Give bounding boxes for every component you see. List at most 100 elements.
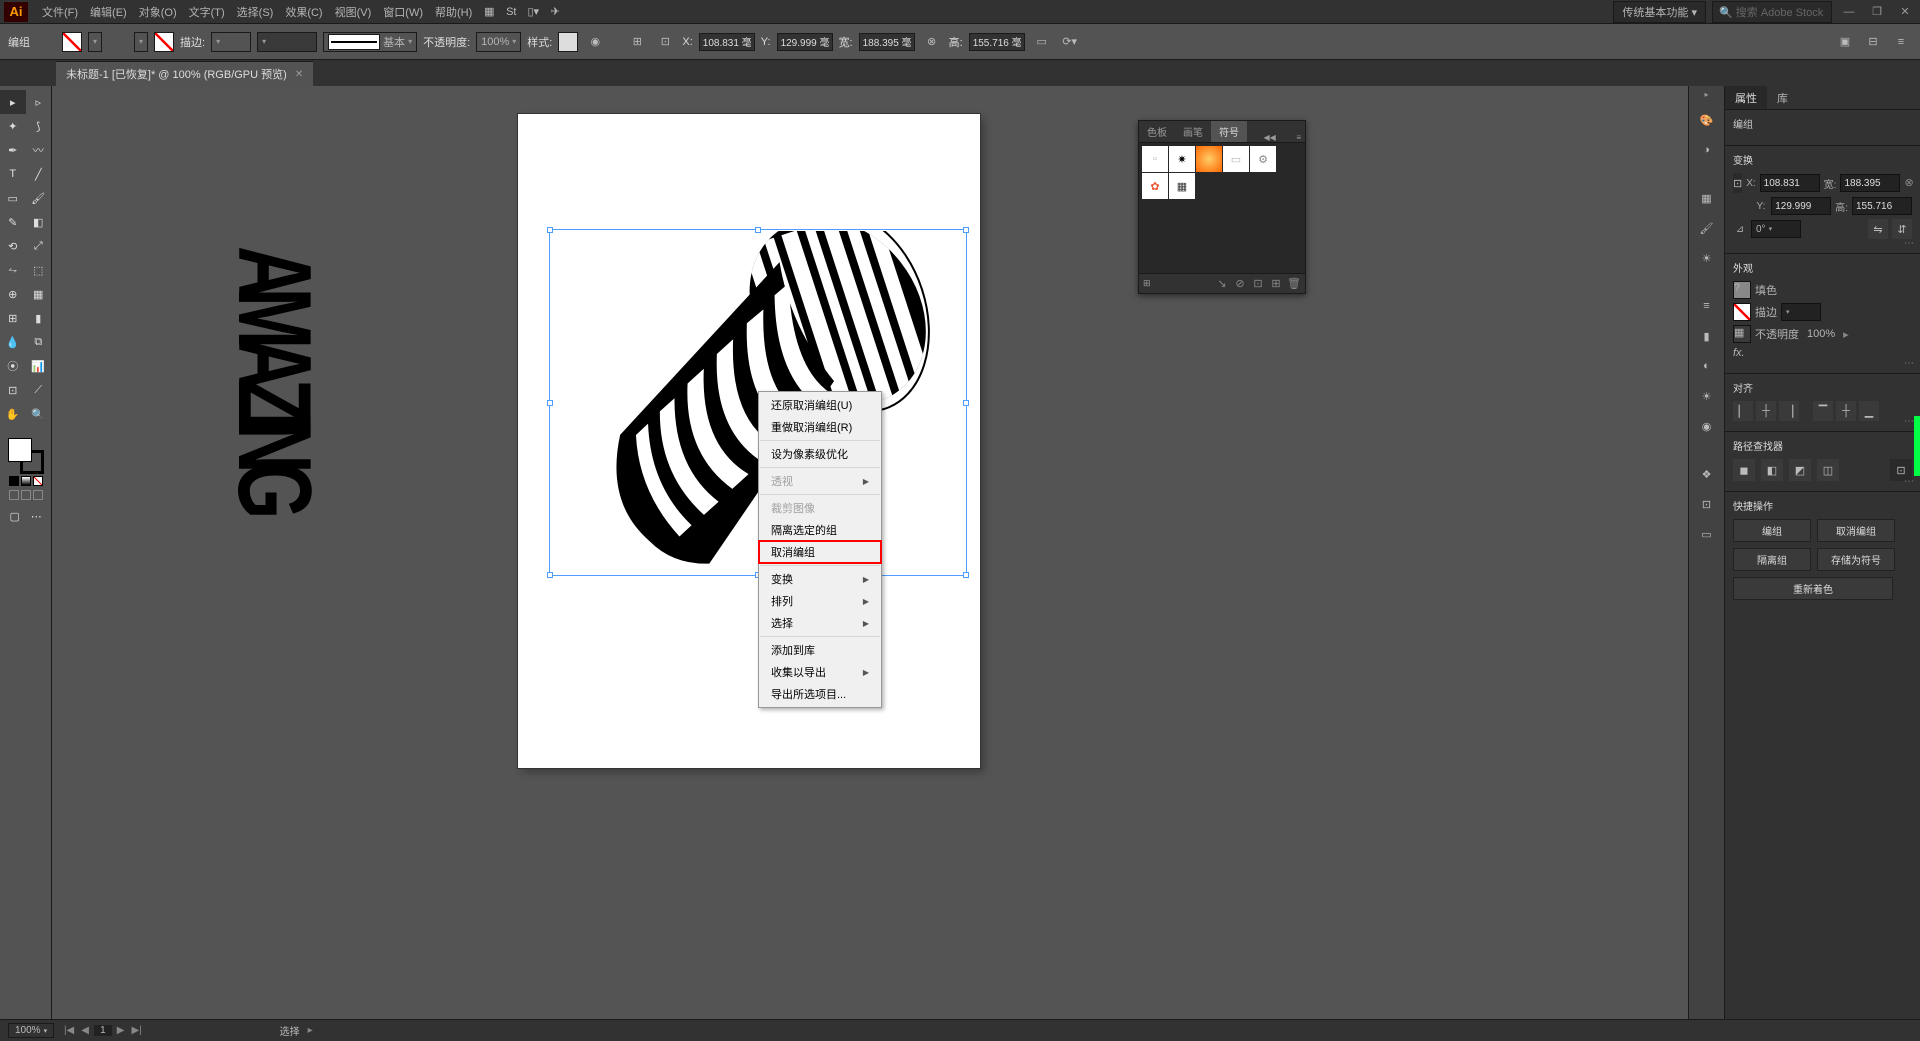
align-icon[interactable]: ⊞ [626,31,648,53]
align-top[interactable]: ▔ [1813,401,1833,421]
context-menu-item[interactable]: 选择▶ [759,612,881,634]
color-panel-icon[interactable]: 🎨 [1695,108,1719,132]
context-menu-item[interactable]: 设为像素级优化 [759,443,881,465]
asset-export-icon[interactable]: ⊡ [1695,492,1719,516]
canvas[interactable]: AMAZING [52,86,1688,1019]
slice-tool[interactable]: ⟋ [26,378,52,402]
symbol-item[interactable]: ✷ [1169,146,1195,172]
libraries-tab[interactable]: 库 [1767,86,1798,109]
perspective-tool[interactable]: ▦ [26,282,52,306]
shaper-tool[interactable]: ✎ [0,210,26,234]
place-symbol-icon[interactable]: ↘ [1215,277,1229,291]
align-right[interactable]: ▕ [1779,401,1799,421]
panel-tab-symbols[interactable]: 符号 [1211,121,1247,142]
stroke-weight-dd[interactable] [1781,303,1821,321]
fill-swatch[interactable] [62,32,82,52]
draw-normal[interactable] [9,490,19,500]
context-menu-item[interactable]: 取消编组 [759,541,881,563]
curvature-tool[interactable]: 〰 [26,138,52,162]
sel-handle-br[interactable] [963,572,969,578]
qa-save-symbol[interactable]: 存储为符号 [1817,548,1895,571]
direct-selection-tool[interactable]: ▹ [26,90,52,114]
isolate-icon[interactable]: ▣ [1834,31,1856,53]
color-mode[interactable] [9,476,19,486]
symbol-sprayer-tool[interactable]: ⦿ [0,354,26,378]
bridge-icon[interactable]: ▦ [478,1,500,23]
y-input[interactable] [777,33,833,51]
align-bottom[interactable]: ▁ [1859,401,1879,421]
pen-tool[interactable]: ✒ [0,138,26,162]
context-menu-item[interactable]: 变换▶ [759,568,881,590]
pf-unite[interactable]: ◼ [1733,459,1755,481]
prefs-icon[interactable]: ≡ [1890,31,1912,53]
magic-wand-tool[interactable]: ✦ [0,114,26,138]
break-link-icon[interactable]: ⊘ [1233,277,1247,291]
transparency-icon[interactable]: ◐ [1695,354,1719,378]
window-minimize[interactable]: — [1838,4,1860,20]
zoom-level[interactable]: 100% [8,1023,54,1038]
menu-select[interactable]: 选择(S) [231,2,280,22]
zoom-tool[interactable]: 🔍 [26,402,52,426]
blend-tool[interactable]: ⧉ [26,330,52,354]
stroke-dropdown[interactable] [134,32,148,52]
flip-v-icon[interactable]: ⇵ [1892,219,1912,239]
symbol-item[interactable] [1196,146,1222,172]
stock-icon[interactable]: St [500,1,522,23]
width-tool[interactable]: ⥊ [0,258,26,282]
shape-icon[interactable]: ▭ [1031,31,1053,53]
close-tab-icon[interactable]: ✕ [295,69,303,80]
pathfinder-more[interactable]: ⋯ [1904,476,1914,487]
panel-menu-icon[interactable]: ≡ [1292,133,1305,142]
free-transform-tool[interactable]: ⬚ [26,258,52,282]
align-left[interactable]: ▏ [1733,401,1753,421]
artboards-icon[interactable]: ▭ [1695,522,1719,546]
prop-x-input[interactable] [1760,174,1820,192]
qa-group[interactable]: 编组 [1733,519,1811,542]
prop-w-input[interactable] [1840,174,1900,192]
menu-type[interactable]: 文字(T) [183,2,231,22]
new-symbol-icon[interactable]: ⊞ [1269,277,1283,291]
transform-more[interactable]: ⋯ [1904,238,1914,249]
artboard-number[interactable]: 1 [94,1025,112,1036]
stroke-panel-icon[interactable]: ≡ [1695,294,1719,318]
context-menu-item[interactable]: 还原取消编组(U) [759,394,881,416]
opacity-value[interactable]: 100% [476,32,521,52]
flip-h-icon[interactable]: ⇋ [1868,219,1888,239]
screen-mode[interactable]: ▢ [4,504,26,528]
context-menu-item[interactable]: 导出所选项目... [759,683,881,705]
ref-point[interactable]: ⊡ [1733,173,1742,193]
symbols-icon[interactable]: ☀ [1695,246,1719,270]
qa-recolor[interactable]: 重新着色 [1733,577,1893,600]
panel-tab-brushes[interactable]: 画笔 [1175,121,1211,142]
sel-handle-mr[interactable] [963,400,969,406]
line-tool[interactable]: ╱ [26,162,52,186]
gradient-mode[interactable] [21,476,31,486]
angle-input[interactable]: 0° [1751,220,1801,238]
mask-icon[interactable]: ⊟ [1862,31,1884,53]
symbol-item[interactable]: ▦ [1169,173,1195,199]
rotate-tool[interactable]: ⟲ [0,234,26,258]
ref-point-icon[interactable]: ⊡ [654,31,676,53]
last-artboard[interactable]: ▶| [130,1025,144,1036]
gradient-tool[interactable]: ▮ [26,306,52,330]
type-tool[interactable]: T [0,162,26,186]
gradient-panel-icon[interactable]: ▮ [1695,324,1719,348]
rectangle-tool[interactable]: ▭ [0,186,26,210]
color-guide-icon[interactable]: ◑ [1695,138,1719,162]
h-input[interactable] [969,33,1025,51]
context-menu-item[interactable]: 隔离选定的组 [759,519,881,541]
swatches-icon[interactable]: ▦ [1695,186,1719,210]
shape-builder-tool[interactable]: ⊕ [0,282,26,306]
link-icon[interactable]: ⊗ [1904,176,1913,190]
menu-file[interactable]: 文件(F) [36,2,84,22]
stroke-indicator[interactable] [1733,303,1751,321]
gpu-icon[interactable]: ✈ [544,1,566,23]
sel-handle-bl[interactable] [547,572,553,578]
appearance-more[interactable]: ⋯ [1904,358,1914,369]
symbol-lib-icon[interactable]: ⊞ [1143,278,1151,289]
brushes-icon[interactable]: 🖌 [1695,216,1719,240]
w-input[interactable] [859,33,915,51]
lasso-tool[interactable]: ⟆ [26,114,52,138]
menu-object[interactable]: 对象(O) [133,2,183,22]
prop-h-input[interactable] [1852,197,1912,215]
